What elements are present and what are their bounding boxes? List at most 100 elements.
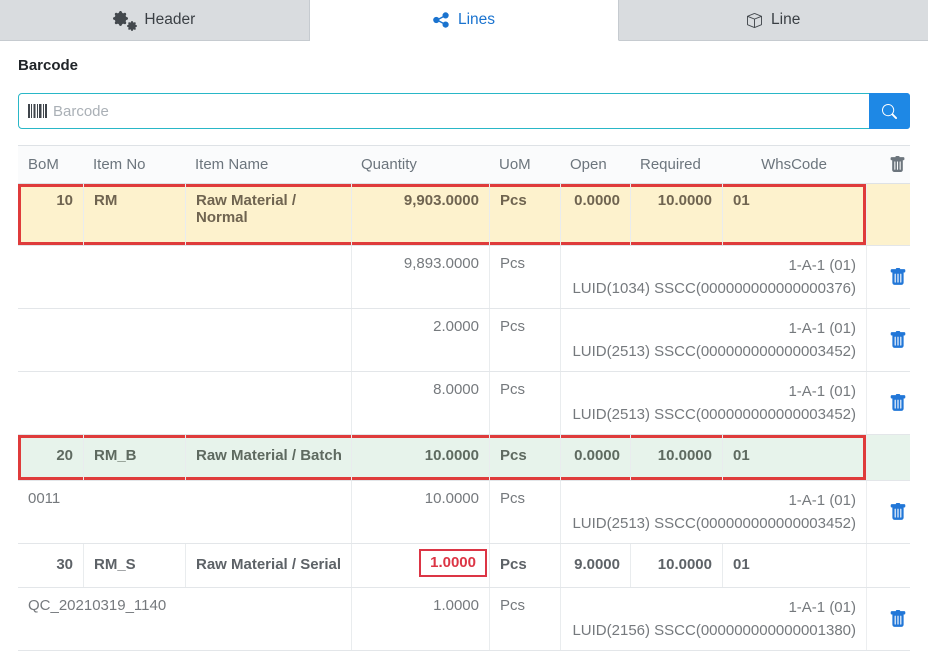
cell-itemno: RM_S bbox=[83, 544, 185, 587]
bin-location: 1-A-1 (01) bbox=[571, 381, 856, 404]
cell-required: 10.0000 bbox=[630, 544, 722, 587]
cell-whscode: 01 bbox=[722, 435, 866, 480]
detail-row[interactable]: 8.0000 Pcs 1-A-1 (01) LUID(2513) SSCC(00… bbox=[18, 372, 910, 435]
tab-line-label: Line bbox=[771, 11, 800, 29]
cell-whscode: 01 bbox=[722, 544, 866, 587]
tab-bar: Header Lines Line bbox=[0, 0, 928, 41]
col-header-uom: UoM bbox=[489, 156, 560, 173]
delete-all-icon[interactable] bbox=[889, 156, 906, 173]
detail-row[interactable]: 2.0000 Pcs 1-A-1 (01) LUID(2513) SSCC(00… bbox=[18, 309, 910, 372]
barcode-input[interactable] bbox=[19, 94, 869, 128]
cell-uom: Pcs bbox=[489, 309, 560, 371]
cell-batch-serial bbox=[18, 372, 351, 434]
col-header-bom: BoM bbox=[18, 156, 83, 173]
col-header-whscode: WhsCode bbox=[722, 156, 866, 173]
cell-location: 1-A-1 (01) LUID(1034) SSCC(0000000000000… bbox=[560, 246, 866, 308]
cell-quantity: 2.0000 bbox=[351, 309, 489, 371]
luid-sscc: LUID(2156) SSCC(000000000000001380) bbox=[571, 620, 856, 643]
col-header-itemname: Item Name bbox=[185, 156, 351, 173]
cell-quantity: 10.0000 bbox=[351, 481, 489, 543]
bin-location: 1-A-1 (01) bbox=[571, 490, 856, 513]
bin-location: 1-A-1 (01) bbox=[571, 255, 856, 278]
cell-uom: Pcs bbox=[489, 372, 560, 434]
delete-row-button[interactable] bbox=[885, 499, 911, 525]
cell-uom: Pcs bbox=[489, 246, 560, 308]
cube-icon bbox=[747, 13, 762, 28]
cell-quantity: 1.0000 bbox=[351, 588, 489, 650]
cell-batch-serial: 0011 bbox=[18, 481, 351, 543]
cell-open: 0.0000 bbox=[560, 435, 630, 480]
cell-itemname: Raw Material / Serial bbox=[185, 544, 351, 587]
cell-location: 1-A-1 (01) LUID(2156) SSCC(0000000000000… bbox=[560, 588, 866, 650]
col-header-itemno: Item No bbox=[83, 156, 185, 173]
gears-icon bbox=[113, 11, 135, 29]
cell-bom: 20 bbox=[18, 435, 83, 480]
line-row[interactable]: 20 RM_B Raw Material / Batch 10.0000 Pcs… bbox=[18, 435, 910, 481]
cell-required: 10.0000 bbox=[630, 184, 722, 245]
quantity-alert-value: 1.0000 bbox=[419, 549, 487, 577]
cell-bom: 10 bbox=[18, 184, 83, 245]
bin-location: 1-A-1 (01) bbox=[571, 597, 856, 620]
barcode-icon bbox=[28, 104, 47, 118]
cell-open: 9.0000 bbox=[560, 544, 630, 587]
search-button[interactable] bbox=[869, 93, 910, 129]
tab-line[interactable]: Line bbox=[619, 0, 928, 41]
trash-icon bbox=[889, 610, 907, 628]
cell-location: 1-A-1 (01) LUID(2513) SSCC(0000000000000… bbox=[560, 481, 866, 543]
barcode-input-group bbox=[18, 93, 910, 129]
cell-quantity: 8.0000 bbox=[351, 372, 489, 434]
tab-lines[interactable]: Lines bbox=[310, 0, 620, 41]
search-icon bbox=[882, 104, 897, 119]
detail-row[interactable]: 9,893.0000 Pcs 1-A-1 (01) LUID(1034) SSC… bbox=[18, 246, 910, 309]
trash-icon bbox=[889, 331, 907, 349]
barcode-label: Barcode bbox=[18, 57, 910, 77]
cell-location: 1-A-1 (01) LUID(2513) SSCC(0000000000000… bbox=[560, 309, 866, 371]
detail-row[interactable]: QC_20210319_1140 1.0000 Pcs 1-A-1 (01) L… bbox=[18, 588, 910, 651]
cell-whscode: 01 bbox=[722, 184, 866, 245]
detail-row[interactable]: 0011 10.0000 Pcs 1-A-1 (01) LUID(2513) S… bbox=[18, 481, 910, 544]
cell-uom: Pcs bbox=[489, 588, 560, 650]
cell-quantity: 9,893.0000 bbox=[351, 246, 489, 308]
delete-row-button[interactable] bbox=[885, 264, 911, 290]
luid-sscc: LUID(1034) SSCC(000000000000000376) bbox=[571, 278, 856, 301]
lines-table: BoM Item No Item Name Quantity UoM Open … bbox=[18, 145, 910, 651]
trash-icon bbox=[889, 394, 907, 412]
cell-uom: Pcs bbox=[489, 481, 560, 543]
tab-header[interactable]: Header bbox=[0, 0, 310, 41]
table-header-row: BoM Item No Item Name Quantity UoM Open … bbox=[18, 146, 910, 184]
cell-required: 10.0000 bbox=[630, 435, 722, 480]
trash-icon bbox=[889, 503, 907, 521]
delete-row-button[interactable] bbox=[885, 606, 911, 632]
cell-location: 1-A-1 (01) LUID(2513) SSCC(0000000000000… bbox=[560, 372, 866, 434]
bin-location: 1-A-1 (01) bbox=[571, 318, 856, 341]
trash-icon bbox=[889, 268, 907, 286]
col-header-required: Required bbox=[630, 156, 722, 173]
cell-quantity: 9,903.0000 bbox=[351, 184, 489, 245]
cell-open: 0.0000 bbox=[560, 184, 630, 245]
cell-batch-serial bbox=[18, 246, 351, 308]
line-row[interactable]: 10 RM Raw Material / Normal 9,903.0000 P… bbox=[18, 184, 910, 246]
delete-row-button[interactable] bbox=[885, 327, 911, 353]
col-header-open: Open bbox=[560, 156, 630, 173]
share-icon bbox=[433, 12, 449, 28]
cell-batch-serial: QC_20210319_1140 bbox=[18, 588, 351, 650]
delete-row-button[interactable] bbox=[885, 390, 911, 416]
line-row[interactable]: 30 RM_S Raw Material / Serial 1.0000 Pcs… bbox=[18, 544, 910, 588]
cell-itemno: RM bbox=[83, 184, 185, 245]
cell-itemname: Raw Material / Batch bbox=[185, 435, 351, 480]
cell-batch-serial bbox=[18, 309, 351, 371]
cell-uom: Pcs bbox=[489, 435, 560, 480]
luid-sscc: LUID(2513) SSCC(000000000000003452) bbox=[571, 513, 856, 536]
luid-sscc: LUID(2513) SSCC(000000000000003452) bbox=[571, 404, 856, 427]
luid-sscc: LUID(2513) SSCC(000000000000003452) bbox=[571, 341, 856, 364]
cell-quantity: 1.0000 bbox=[351, 544, 489, 587]
cell-uom: Pcs bbox=[489, 184, 560, 245]
cell-bom: 30 bbox=[18, 544, 83, 587]
cell-uom: Pcs bbox=[489, 544, 560, 587]
cell-quantity: 10.0000 bbox=[351, 435, 489, 480]
cell-itemno: RM_B bbox=[83, 435, 185, 480]
cell-itemname: Raw Material / Normal bbox=[185, 184, 351, 245]
tab-header-label: Header bbox=[144, 11, 195, 29]
col-header-quantity: Quantity bbox=[351, 156, 489, 173]
tab-lines-label: Lines bbox=[458, 11, 495, 29]
